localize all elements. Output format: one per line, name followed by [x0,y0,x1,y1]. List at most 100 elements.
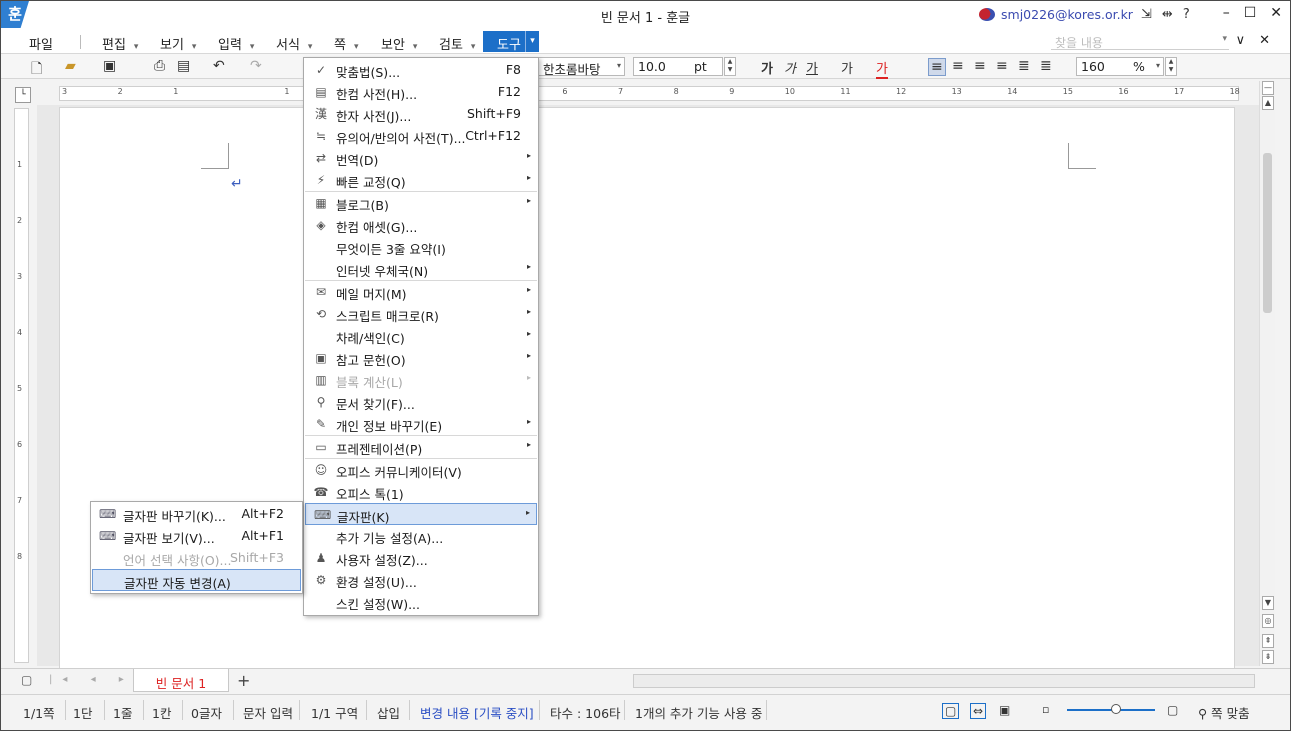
tools-menu-item-18[interactable]: ☺ 오피스 커뮤니케이터(V) [305,459,537,481]
menu-review[interactable]: 검토 ▾ [439,34,475,53]
document-close-icon[interactable]: ✕ [1259,33,1270,48]
tools-menu-item-14[interactable]: ▥ 블록 계산(L) ▸ [305,369,537,391]
tools-menu-item-21[interactable]: 추가 기능 설정(A)... [305,525,537,547]
help-icon[interactable]: ? [1183,7,1190,22]
page-split-icon[interactable]: — [1262,81,1274,95]
keyboard-submenu-item-3[interactable]: 글자판 자동 변경(A) [92,569,301,591]
font-size-field[interactable]: 10.0 pt ▲ ▼ [633,57,736,76]
minimize-button[interactable]: – [1223,5,1230,21]
view-full-icon[interactable]: ▣ [999,703,1010,717]
preview-icon[interactable]: ▤ [177,58,190,74]
menu-tools[interactable]: 도구 ▾ [483,31,539,53]
align-right-icon[interactable]: ≡ [996,58,1008,74]
italic-button[interactable]: 가 [784,58,796,77]
tab-document[interactable]: 빈 문서 1 [133,669,229,692]
tools-menu-item-16[interactable]: ✎ 개인 정보 바꾸기(E) ▸ [305,413,537,435]
print-icon[interactable]: ⎙ [154,58,165,74]
page-select-icon[interactable]: ◎ [1262,614,1274,628]
tools-menu-item-5[interactable]: ⚡ 빠른 교정(Q) ▸ [305,169,537,191]
align-split-icon[interactable]: ≣ [1040,58,1052,74]
view-normal-icon[interactable]: ▢ [942,703,960,719]
keyboard-submenu-item-1[interactable]: ⌨ 글자판 보기(V)... Alt+F1 [92,525,301,547]
tools-menu-item-10[interactable]: ✉ 메일 머지(M) ▸ [305,281,537,303]
fullscreen-icon[interactable]: ⇲ [1141,7,1152,22]
scroll-up-button[interactable]: ▲ [1262,96,1274,110]
status-input-mode[interactable]: 문자 입력 [243,703,293,722]
prev-page-button[interactable]: ⇞ [1262,634,1274,648]
view-width-icon[interactable]: ⇔ [970,703,987,719]
status-addons[interactable]: 1개의 추가 기능 사용 중 [635,703,762,722]
font-size-stepper[interactable]: ▲ ▼ [724,57,736,76]
zoom-field[interactable]: 160 % ▾ ▲ ▼ [1076,57,1177,76]
tools-menu-item-11[interactable]: ⟲ 스크립트 매크로(R) ▸ [305,303,537,325]
chevron-down-icon[interactable]: ▾ [1222,34,1227,44]
user-account[interactable]: smj0226@kores.or.kr [979,7,1133,22]
align-justify-icon[interactable]: ≡ [928,58,946,76]
char-spacing-button[interactable]: 가 [841,58,853,77]
close-button[interactable]: ✕ [1270,5,1282,21]
menu-security[interactable]: 보안 ▾ [381,34,417,53]
width-toggle-icon[interactable]: ⇹ [1162,7,1173,22]
keyboard-submenu-item-0[interactable]: ⌨ 글자판 바꾸기(K)... Alt+F2 [92,503,301,525]
zoom-slider-knob[interactable] [1111,704,1121,714]
underline-button[interactable]: 가 [806,58,818,77]
tools-menu-item-13[interactable]: ▣ 참고 문헌(O) ▸ [305,347,537,369]
scroll-down-button[interactable]: ▼ [1262,596,1274,610]
tools-menu-item-0[interactable]: ✓ 맞춤법(S)... F8 [305,59,537,81]
tools-menu-item-17[interactable]: ▭ 프레젠테이션(P) ▸ [305,436,537,458]
align-left-icon[interactable]: ≡ [952,58,964,74]
add-tab-button[interactable]: + [237,671,250,690]
save-icon[interactable]: ▣ [103,58,116,74]
zoom-in-icon[interactable]: ▢ [1167,703,1178,717]
tools-menu-item-1[interactable]: ▤ 한컴 사전(H)... F12 [305,81,537,103]
horizontal-ruler[interactable]: 321123456789101112131415161718 [59,86,1240,101]
undo-icon[interactable]: ↶ [213,58,225,74]
menu-file[interactable]: 파일 [29,34,53,53]
tools-menu-item-3[interactable]: ≒ 유의어/반의어 사전(T)... Ctrl+F12 [305,125,537,147]
menu-view[interactable]: 보기 ▾ [160,34,196,53]
new-document-icon[interactable]: 🗋 [31,58,42,82]
user-email[interactable]: smj0226@kores.or.kr [1001,7,1133,22]
keyboard-submenu-item-2[interactable]: 언어 선택 사항(O)... Shift+F3 [92,547,301,569]
tools-menu-item-2[interactable]: 漢 한자 사전(J)... Shift+F9 [305,103,537,125]
tools-menu-item-8[interactable]: 무엇이든 3줄 요약(I) [305,236,537,258]
tools-menu-item-15[interactable]: ⚲ 문서 찾기(F)... [305,391,537,413]
tools-menu-item-7[interactable]: ◈ 한컴 애셋(G)... [305,214,537,236]
font-color-button[interactable]: 가 [876,58,888,79]
tools-menu-item-6[interactable]: ▦ 블로그(B) ▸ [305,192,537,214]
fit-page-button[interactable]: ⚲ 쪽 맞춤 [1198,703,1250,722]
align-distribute-icon[interactable]: ≣ [1018,58,1030,74]
tools-menu-item-4[interactable]: ⇄ 번역(D) ▸ [305,147,537,169]
next-page-button[interactable]: ⇟ [1262,650,1274,664]
tools-menu-item-19[interactable]: ☎ 오피스 톡(1) [305,481,537,503]
vertical-ruler[interactable]: 1 2 3 4 5 6 7 8 [14,108,29,663]
scroll-thumb[interactable] [1263,153,1272,313]
menu-edit[interactable]: 편집 ▾ [102,34,138,53]
tools-menu-item-9[interactable]: 인터넷 우체국(N) ▸ [305,258,537,280]
bold-button[interactable]: 가 [761,58,773,77]
open-folder-icon[interactable]: ▰ [65,58,76,74]
menu-format[interactable]: 서식 ▾ [276,34,312,53]
maximize-button[interactable]: ☐ [1244,5,1257,21]
vertical-scrollbar[interactable]: — ▲ ▼ ◎ ⇞ ⇟ [1259,81,1275,666]
tools-menu-item-20[interactable]: ⌨ 글자판(K) ▸ [305,503,537,525]
status-insert[interactable]: 삽입 [377,703,400,722]
page-view-icon[interactable]: ▢ [21,673,32,687]
tools-menu-item-22[interactable]: ♟ 사용자 설정(Z)... [305,547,537,569]
menu-insert[interactable]: 입력 ▾ [218,34,254,53]
align-center-icon[interactable]: ≡ [974,58,986,74]
status-track-changes[interactable]: 변경 내용 [기록 중지] [420,703,534,722]
font-select[interactable]: 한초롬바탕 ▾ [539,57,625,77]
horizontal-scrollbar[interactable] [633,674,1255,688]
tools-menu-item-24[interactable]: 스킨 설정(W)... [305,591,537,613]
tools-menu-item-12[interactable]: 차례/색인(C) ▸ [305,325,537,347]
ribbon-collapse-icon[interactable]: ∨ [1236,33,1246,48]
search-input[interactable]: 찾을 내용 ▾ [1051,34,1229,50]
tools-menu-item-23[interactable]: ⚙ 환경 설정(U)... [305,569,537,591]
zoom-stepper[interactable]: ▲ ▼ [1165,57,1177,76]
status-page[interactable]: 1/1쪽 [23,703,55,722]
ruler-toggle[interactable]: └ [15,87,31,103]
menu-page[interactable]: 쪽 ▾ [334,34,359,53]
redo-icon[interactable]: ↷ [250,58,262,74]
chevron-down-icon[interactable]: ▾ [525,31,539,52]
